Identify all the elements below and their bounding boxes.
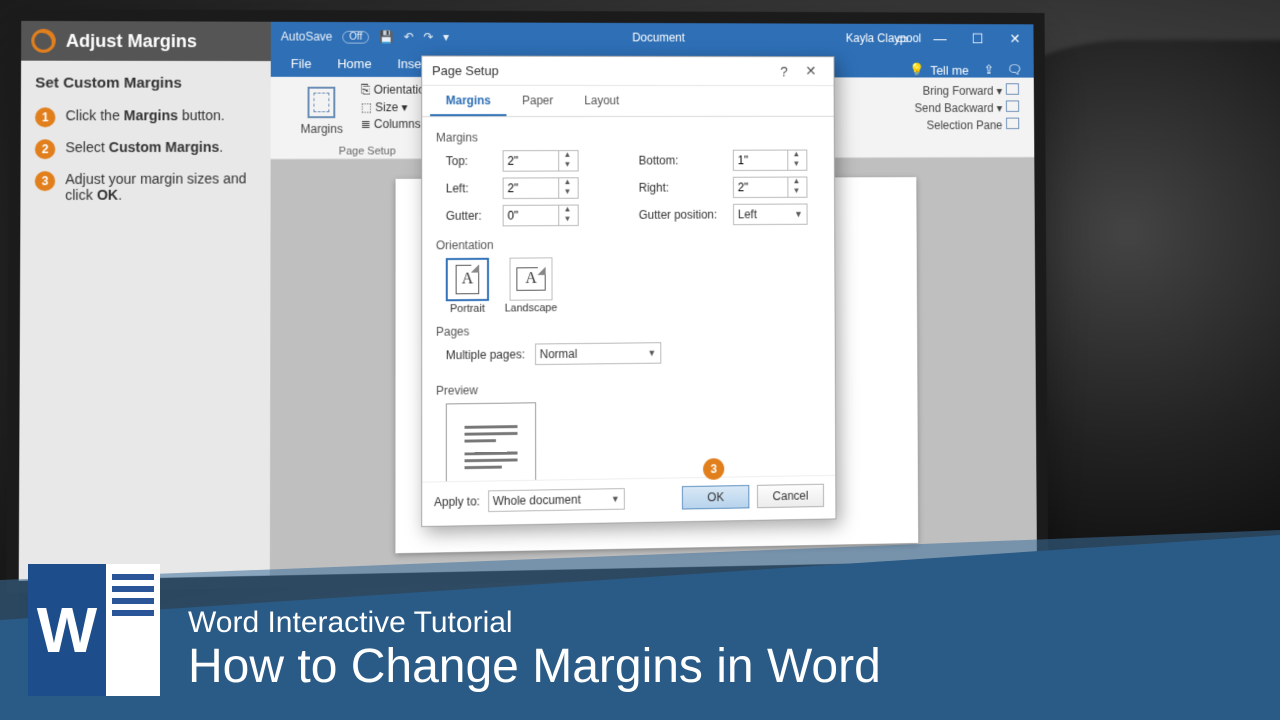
left-spinner[interactable]: ▲▼ [503,177,579,199]
close-button[interactable]: ✕ [996,24,1033,53]
right-spinner[interactable]: ▲▼ [733,177,808,199]
dialog-close-button[interactable]: ✕ [797,63,824,79]
step-3-callout: 3 [703,458,724,480]
preview-thumbnail [446,402,536,481]
preview-section-label: Preview [436,379,822,398]
tellme-icon[interactable]: 💡 [909,62,924,77]
apply-to-label: Apply to: [434,494,480,509]
bottom-input[interactable] [734,151,788,170]
gutter-spinner[interactable]: ▲▼ [503,205,579,227]
apply-to-select[interactable]: Whole document▼ [488,488,625,512]
right-input[interactable] [734,178,788,198]
guide-steps: 1 Click the Margins button. 2 Select Custo… [20,97,270,213]
margins-label: Margins [301,122,343,136]
tutorial-guide-panel: Adjust Margins Set Custom Margins 1 Click… [19,21,271,581]
bottom-spinner[interactable]: ▲▼ [733,150,808,171]
minimize-button[interactable]: — [921,24,959,53]
tellme-text[interactable]: Tell me [930,63,969,77]
top-label: Top: [446,154,503,168]
undo-icon[interactable]: ↶ [404,30,414,44]
landscape-label: Landscape [505,302,558,314]
margins-section-label: Margins [436,130,821,144]
gutter-position-select[interactable]: Left▼ [733,204,808,226]
step-1: 1 Click the Margins button. [33,101,259,133]
gutter-label: Gutter: [446,209,503,223]
dialog-title: Page Setup [432,63,499,78]
orientation-landscape[interactable]: Landscape [505,257,558,314]
gutter-position-label: Gutter position: [639,208,733,222]
monitor-screen: Adjust Margins Set Custom Margins 1 Click… [19,21,1037,581]
right-label: Right: [639,181,733,195]
cancel-button[interactable]: Cancel [757,484,824,508]
document-title: Document [632,31,685,45]
step-3-badge: 3 [35,171,55,191]
ok-button[interactable]: OK [682,485,749,510]
left-label: Left: [446,181,503,195]
word-titlebar: AutoSave Off 💾 ↶ ↷ ▾ Document Kayla Clay… [271,22,1034,53]
bottom-label: Bottom: [639,154,733,168]
maximize-button[interactable]: ☐ [959,24,997,53]
step-2-text: Select Custom Margins. [65,139,223,155]
top-spinner[interactable]: ▲▼ [503,150,579,172]
redo-icon[interactable]: ↷ [423,30,433,44]
guide-logo-icon [31,29,55,53]
tab-margins[interactable]: Margins [430,86,506,116]
multiple-pages-label: Multiple pages: [446,348,525,363]
step-3: 3 Adjust your margin sizes and click OK. [33,165,259,209]
share-icon[interactable]: ⇪ [984,62,994,77]
bring-forward-button[interactable]: Bring Forward ▾ [923,83,1019,97]
qat-customize-icon[interactable]: ▾ [443,30,449,44]
guide-header: Adjust Margins [21,21,271,61]
guide-subtitle: Set Custom Margins [21,61,271,98]
step-1-text: Click the Margins button. [66,107,225,123]
step-1-badge: 1 [35,107,55,127]
tab-home[interactable]: Home [325,52,383,77]
step-2-badge: 2 [35,139,55,159]
page-setup-dialog: Page Setup ? ✕ Margins Paper Layout Marg… [421,55,836,527]
margins-icon [308,87,336,118]
pages-section-label: Pages [436,321,821,339]
send-backward-button[interactable]: Send Backward ▾ [915,100,1020,114]
top-input[interactable] [504,151,559,171]
orientation-section-label: Orientation [436,236,821,252]
autosave-label: AutoSave [281,30,333,44]
tab-paper[interactable]: Paper [506,86,568,116]
left-input[interactable] [504,178,559,198]
tab-file[interactable]: File [279,52,324,77]
dialog-help-button[interactable]: ? [771,63,798,78]
orientation-portrait[interactable]: Portrait [446,258,489,315]
gutter-input[interactable] [504,206,559,226]
save-icon[interactable]: 💾 [379,30,394,44]
step-2: 2 Select Custom Margins. [33,133,259,165]
multiple-pages-select[interactable]: Normal▼ [535,342,661,365]
step-3-text: Adjust your margin sizes and click OK. [65,170,256,202]
selection-pane-button[interactable]: Selection Pane [927,118,1020,132]
autosave-toggle[interactable]: Off [342,30,369,43]
tab-layout[interactable]: Layout [569,86,635,116]
guide-title: Adjust Margins [66,30,197,51]
comments-icon[interactable]: 🗨 [1007,62,1023,77]
ribbon-options-icon[interactable]: ▭ [883,24,921,53]
portrait-label: Portrait [450,303,485,315]
